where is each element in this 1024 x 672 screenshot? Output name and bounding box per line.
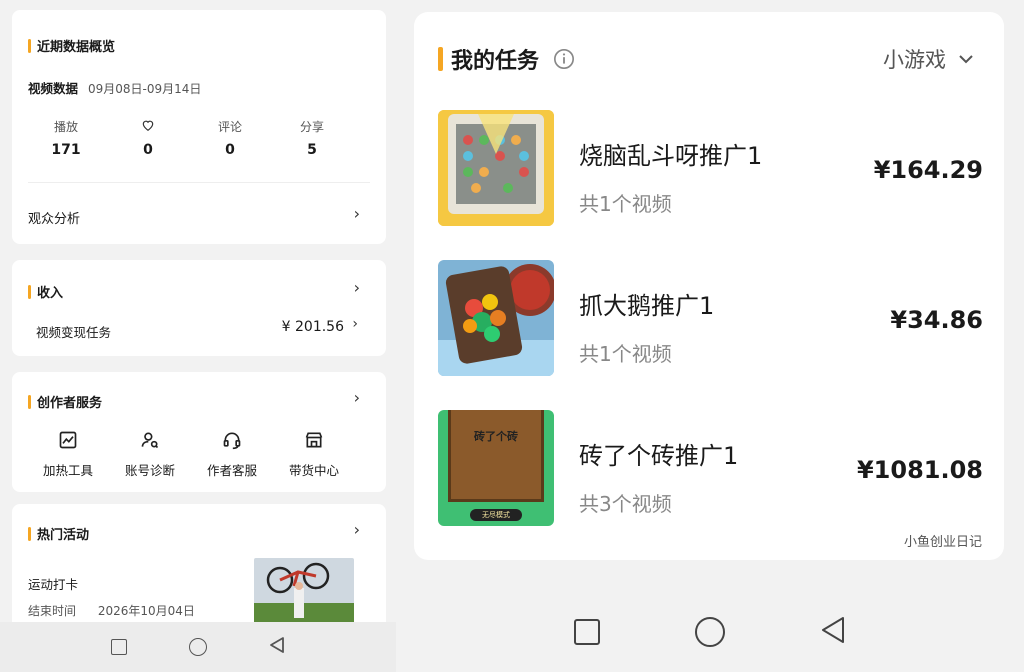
hot-activities-title: 热门活动 [28,524,89,543]
game-thumbnail: 砖了个砖 无尽模式 [438,410,554,526]
system-nav-bar [396,592,1024,672]
accent-bar [28,38,31,53]
stat-label: 播放 [53,120,78,134]
stat-label: 分享 [299,120,324,134]
category-dropdown[interactable]: 小游戏 [883,44,974,74]
category-selected: 小游戏 [883,48,946,72]
task-price: ¥1081.08 [856,456,983,484]
end-date: 2026年10月04日 [97,604,195,618]
task-price: ¥164.29 [873,156,983,184]
task-name: 砖了个砖推广1 [579,442,739,470]
left-screen: 近期数据概览 视频数据 09月08日-09月14日 播放 171 0 评论 0 … [0,0,396,672]
home-button[interactable] [189,638,207,656]
heart-icon [108,118,188,134]
income-amount: ¥ 201.56 [281,319,344,335]
game-board [448,410,544,502]
event-end-row: 结束时间 2026年10月04日 [28,602,195,619]
income-card: 收入 › 视频变现任务 ¥ 201.56 › [12,260,386,356]
stat-value: 5 [307,142,317,158]
recent-apps-button[interactable] [573,619,600,645]
watermark: 小鱼创业日记 [903,535,982,550]
chevron-right-icon[interactable]: › [352,316,358,332]
my-tasks-card: 我的任务 小游戏 烧脑乱斗呀推广1 共1个视频 ¥164.29 抓大鹅推广1 共… [414,12,1004,560]
stat-shares[interactable]: 分享 5 [272,118,352,158]
stat-value: 0 [143,142,153,158]
accent-bar [28,284,31,299]
home-button[interactable] [694,617,725,647]
recent-apps-button[interactable] [111,639,127,655]
endless-mode-button: 无尽模式 [470,509,522,521]
accent-bar [438,47,443,71]
task-video-count: 共1个视频 [579,342,672,366]
game-thumbnail [438,260,554,376]
task-item[interactable]: 砖了个砖 无尽模式 砖了个砖推广1 共3个视频 ¥1081.08 [438,410,983,526]
hot-activities-card: 热门活动 › 运动打卡 结束时间 2026年10月04日 [12,504,386,634]
accent-bar [28,526,31,541]
chevron-right-icon[interactable]: › [354,520,360,539]
headset-icon [192,430,272,452]
back-button[interactable] [269,636,285,658]
system-nav-bar [0,622,396,672]
service-label: 带货中心 [288,463,339,478]
date-range: 09月08日-09月14日 [88,82,202,96]
recent-data-title: 近期数据概览 [28,36,115,55]
chevron-right-icon[interactable]: › [354,278,360,297]
income-title: 收入 [28,282,63,301]
stat-value: 0 [225,142,235,158]
info-icon[interactable] [553,48,575,70]
task-name: 抓大鹅推广1 [579,292,715,320]
sales-center-button[interactable]: 带货中心 [274,430,354,479]
shop-icon [274,430,354,452]
event-thumbnail[interactable] [254,558,354,628]
service-label: 作者客服 [206,463,257,478]
service-label: 加热工具 [42,463,93,478]
chevron-down-icon [958,54,974,64]
task-name: 烧脑乱斗呀推广1 [579,142,763,170]
author-support-button[interactable]: 作者客服 [192,430,272,479]
divider [28,182,370,183]
creator-services-title: 创作者服务 [28,392,102,411]
stat-label: 评论 [217,120,242,134]
heat-tool-button[interactable]: 加热工具 [28,430,108,479]
end-time-label: 结束时间 [28,604,77,618]
my-tasks-title: 我的任务 [451,49,540,74]
stat-plays[interactable]: 播放 171 [26,118,106,158]
chart-icon [28,430,108,452]
game-title-text: 砖了个砖 [474,430,518,443]
task-video-count: 共3个视频 [579,492,672,516]
my-tasks-header: 我的任务 [438,43,575,75]
audience-analysis-link[interactable]: 观众分析 [28,208,80,227]
task-video-count: 共1个视频 [579,192,672,216]
chevron-right-icon[interactable]: › [354,388,360,407]
recent-data-card: 近期数据概览 视频数据 09月08日-09月14日 播放 171 0 评论 0 … [12,10,386,244]
right-screen: 我的任务 小游戏 烧脑乱斗呀推广1 共1个视频 ¥164.29 抓大鹅推广1 共… [396,0,1024,672]
event-name[interactable]: 运动打卡 [28,574,78,593]
task-price: ¥34.86 [890,306,983,334]
account-diagnose-button[interactable]: 账号诊断 [110,430,190,479]
video-data-row: 视频数据 09月08日-09月14日 [28,78,201,97]
video-data-label: 视频数据 [28,81,79,96]
stat-comments[interactable]: 评论 0 [190,118,270,158]
service-label: 账号诊断 [124,463,175,478]
back-button[interactable] [820,616,846,648]
task-item[interactable]: 烧脑乱斗呀推广1 共1个视频 ¥164.29 [438,110,983,226]
task-item[interactable]: 抓大鹅推广1 共1个视频 ¥34.86 [438,260,983,376]
video-monetize-task[interactable]: 视频变现任务 [36,322,111,341]
creator-services-card: 创作者服务 › 加热工具 账号诊断 作者客服 带货中心 [12,372,386,492]
chevron-right-icon[interactable]: › [354,204,360,223]
stat-value: 171 [51,142,81,158]
user-diagnose-icon [110,430,190,452]
game-thumbnail [438,110,554,226]
accent-bar [28,394,31,409]
stat-likes[interactable]: 0 [108,118,188,158]
